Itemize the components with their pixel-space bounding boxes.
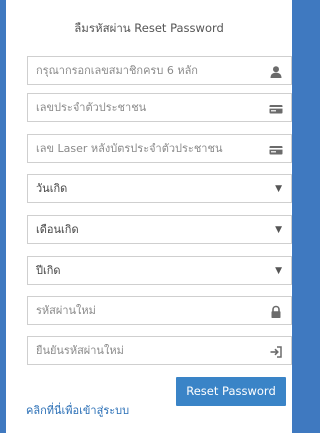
birth-month-placeholder: เดือนเกิด [36, 223, 79, 236]
login-link[interactable]: คลิกที่นี่เพื่อเข้าสู่ระบบ [26, 404, 129, 418]
citizen-id-placeholder: เลขประจำตัวประชาชน [36, 101, 147, 114]
chevron-down-icon: ▼ [275, 184, 282, 194]
member-number-input[interactable]: กรุณากรอกเลขสมาชิกครบ 6 หลัก [27, 56, 292, 85]
member-number-placeholder: กรุณากรอกเลขสมาชิกครบ 6 หลัก [36, 64, 198, 77]
confirm-password-input[interactable]: ยืนยันรหัสผ่านใหม่ [27, 336, 292, 365]
chevron-down-icon: ▼ [275, 266, 282, 276]
sign-in-icon [269, 344, 283, 358]
form-title: ลืมรหัสผ่าน Reset Password [74, 21, 224, 35]
reset-password-panel: ลืมรหัสผ่าน Reset Password กรุณากรอกเลขส… [6, 0, 292, 433]
id-card-icon [269, 101, 283, 115]
birth-day-placeholder: วันเกิด [36, 182, 68, 195]
chevron-down-icon: ▼ [275, 225, 282, 235]
confirm-password-placeholder: ยืนยันรหัสผ่านใหม่ [36, 344, 124, 357]
citizen-id-input[interactable]: เลขประจำตัวประชาชน [27, 93, 292, 122]
laser-code-input[interactable]: เลข Laser หลังบัตรประจำตัวประชาชน [27, 134, 292, 163]
birth-year-placeholder: ปีเกิด [36, 264, 61, 277]
user-icon [269, 64, 283, 78]
new-password-placeholder: รหัสผ่านใหม่ [36, 304, 96, 317]
reset-password-button[interactable]: Reset Password [176, 377, 286, 406]
new-password-input[interactable]: รหัสผ่านใหม่ [27, 296, 292, 325]
laser-code-placeholder: เลข Laser หลังบัตรประจำตัวประชาชน [36, 142, 223, 155]
id-card-icon [269, 142, 283, 156]
birth-month-select[interactable]: เดือนเกิด ▼ [27, 215, 292, 244]
birth-year-select[interactable]: ปีเกิด ▼ [27, 256, 292, 285]
birth-day-select[interactable]: วันเกิด ▼ [27, 174, 292, 203]
lock-icon [269, 304, 283, 318]
